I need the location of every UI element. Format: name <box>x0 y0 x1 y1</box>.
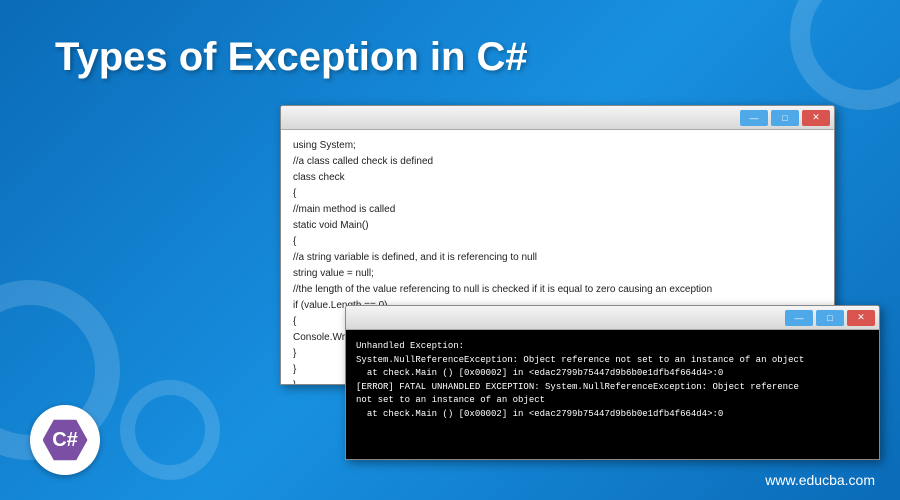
console-output-window: — □ ✕ Unhandled Exception: System.NullRe… <box>345 305 880 460</box>
site-url: www.educba.com <box>765 472 875 488</box>
background-gear-icon <box>790 0 900 110</box>
csharp-logo-badge: C# <box>30 405 100 475</box>
minimize-button[interactable]: — <box>785 310 813 326</box>
window-controls: — □ ✕ <box>785 310 875 326</box>
window-controls: — □ ✕ <box>740 110 830 126</box>
window-titlebar: — □ ✕ <box>281 106 834 130</box>
window-titlebar: — □ ✕ <box>346 306 879 330</box>
minimize-button[interactable]: — <box>740 110 768 126</box>
csharp-icon: C# <box>43 418 88 463</box>
close-button[interactable]: ✕ <box>802 110 830 126</box>
maximize-button[interactable]: □ <box>771 110 799 126</box>
console-content: Unhandled Exception: System.NullReferenc… <box>346 330 879 459</box>
page-title: Types of Exception in C# <box>55 35 528 80</box>
close-button[interactable]: ✕ <box>847 310 875 326</box>
maximize-button[interactable]: □ <box>816 310 844 326</box>
background-gear-icon <box>120 380 220 480</box>
